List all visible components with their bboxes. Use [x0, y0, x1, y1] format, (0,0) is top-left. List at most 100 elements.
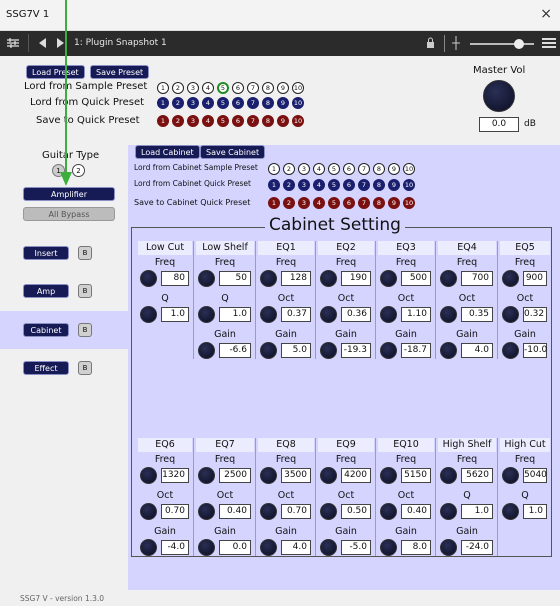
eq6-freq-knob[interactable]: [140, 467, 157, 484]
cab-quick-preset-2[interactable]: 2: [283, 179, 295, 191]
quick-preset-6[interactable]: 6: [232, 97, 244, 109]
guitar-type-2[interactable]: 2: [72, 164, 85, 177]
cab-save-quick-10[interactable]: 10: [403, 197, 415, 209]
host-volume-slider[interactable]: [470, 43, 534, 45]
eq5-freq-value[interactable]: 900: [523, 271, 547, 286]
sample-preset-10[interactable]: 10: [292, 82, 304, 94]
cab-sample-preset-1[interactable]: 1: [268, 163, 280, 175]
cab-sample-preset-2[interactable]: 2: [283, 163, 295, 175]
low-shelf-gain-knob[interactable]: [198, 342, 215, 359]
eq3-freq-knob[interactable]: [380, 270, 397, 287]
load-cabinet-button[interactable]: Load Cabinet: [135, 145, 200, 159]
master-vol-knob[interactable]: [483, 80, 515, 112]
amp-button[interactable]: Amp: [23, 284, 69, 298]
eq2-gain-value[interactable]: -19.3: [341, 343, 371, 358]
save-quick-4[interactable]: 4: [202, 115, 214, 127]
eq3-oct-value[interactable]: 1.10: [401, 307, 431, 322]
cab-sample-preset-7[interactable]: 7: [358, 163, 370, 175]
eq4-freq-value[interactable]: 700: [461, 271, 493, 286]
eq5-oct-knob[interactable]: [502, 306, 519, 323]
eq7-oct-knob[interactable]: [198, 503, 215, 520]
eq8-freq-value[interactable]: 3500: [281, 468, 311, 483]
save-preset-button[interactable]: Save Preset: [90, 65, 150, 79]
eq9-gain-value[interactable]: -5.0: [341, 540, 371, 555]
quick-preset-4[interactable]: 4: [202, 97, 214, 109]
eq1-gain-value[interactable]: 5.0: [281, 343, 311, 358]
low-cut-freq-value[interactable]: 80: [161, 271, 189, 286]
amp-bypass-button[interactable]: B: [78, 284, 92, 298]
eq3-freq-value[interactable]: 500: [401, 271, 431, 286]
menu-icon[interactable]: [542, 38, 556, 49]
eq1-freq-value[interactable]: 128: [281, 271, 311, 286]
quick-preset-2[interactable]: 2: [172, 97, 184, 109]
cab-quick-preset-5[interactable]: 5: [328, 179, 340, 191]
quick-preset-1[interactable]: 1: [157, 97, 169, 109]
eq7-freq-value[interactable]: 2500: [219, 468, 251, 483]
cab-save-quick-9[interactable]: 9: [388, 197, 400, 209]
eq7-freq-knob[interactable]: [198, 467, 215, 484]
sample-preset-9[interactable]: 9: [277, 82, 289, 94]
previous-icon[interactable]: [38, 38, 48, 49]
cab-sample-preset-4[interactable]: 4: [313, 163, 325, 175]
low-cut-q-value[interactable]: 1.0: [161, 307, 189, 322]
low-shelf-freq-knob[interactable]: [198, 270, 215, 287]
all-bypass-button[interactable]: All Bypass: [23, 207, 115, 221]
eq4-freq-knob[interactable]: [440, 270, 457, 287]
cab-sample-preset-9[interactable]: 9: [388, 163, 400, 175]
eq7-gain-knob[interactable]: [198, 539, 215, 556]
high-cut-freq-knob[interactable]: [502, 467, 519, 484]
cab-save-quick-2[interactable]: 2: [283, 197, 295, 209]
eq5-gain-knob[interactable]: [502, 342, 519, 359]
low-shelf-q-value[interactable]: 1.0: [219, 307, 251, 322]
close-icon[interactable]: ×: [540, 6, 552, 22]
load-preset-button[interactable]: Load Preset: [26, 65, 85, 79]
low-shelf-q-knob[interactable]: [198, 306, 215, 323]
eq4-gain-knob[interactable]: [440, 342, 457, 359]
eq3-gain-value[interactable]: -18.7: [401, 343, 431, 358]
eq6-gain-knob[interactable]: [140, 539, 157, 556]
eq2-freq-value[interactable]: 190: [341, 271, 371, 286]
cab-quick-preset-4[interactable]: 4: [313, 179, 325, 191]
low-shelf-gain-value[interactable]: -6.6: [219, 343, 251, 358]
cab-quick-preset-9[interactable]: 9: [388, 179, 400, 191]
eq10-freq-knob[interactable]: [380, 467, 397, 484]
eq6-oct-value[interactable]: 0.70: [161, 504, 189, 519]
effect-bypass-button[interactable]: B: [78, 361, 92, 375]
cab-quick-preset-10[interactable]: 10: [403, 179, 415, 191]
high-shelf-freq-knob[interactable]: [440, 467, 457, 484]
eq3-oct-knob[interactable]: [380, 306, 397, 323]
save-quick-2[interactable]: 2: [172, 115, 184, 127]
lock-icon[interactable]: [426, 37, 435, 49]
sample-preset-1[interactable]: 1: [157, 82, 169, 94]
eq10-gain-value[interactable]: 8.0: [401, 540, 431, 555]
eq1-oct-knob[interactable]: [260, 306, 277, 323]
quick-preset-7[interactable]: 7: [247, 97, 259, 109]
eq8-oct-value[interactable]: 0.70: [281, 504, 311, 519]
eq2-oct-knob[interactable]: [320, 306, 337, 323]
cab-save-quick-6[interactable]: 6: [343, 197, 355, 209]
sample-preset-7[interactable]: 7: [247, 82, 259, 94]
cab-quick-preset-7[interactable]: 7: [358, 179, 370, 191]
preset-name[interactable]: 1: Plugin Snapshot 1: [74, 38, 167, 48]
cab-save-quick-1[interactable]: 1: [268, 197, 280, 209]
save-quick-1[interactable]: 1: [157, 115, 169, 127]
eq2-oct-value[interactable]: 0.36: [341, 307, 371, 322]
eq10-oct-value[interactable]: 0.40: [401, 504, 431, 519]
low-cut-q-knob[interactable]: [140, 306, 157, 323]
save-quick-9[interactable]: 9: [277, 115, 289, 127]
cab-sample-preset-3[interactable]: 3: [298, 163, 310, 175]
cab-sample-preset-10[interactable]: 10: [403, 163, 415, 175]
sample-preset-8[interactable]: 8: [262, 82, 274, 94]
quick-preset-10[interactable]: 10: [292, 97, 304, 109]
host-volume-thumb[interactable]: [514, 39, 524, 49]
cab-quick-preset-8[interactable]: 8: [373, 179, 385, 191]
eq9-oct-value[interactable]: 0.50: [341, 504, 371, 519]
eq10-freq-value[interactable]: 5150: [401, 468, 431, 483]
cab-quick-preset-1[interactable]: 1: [268, 179, 280, 191]
save-quick-7[interactable]: 7: [247, 115, 259, 127]
cabinet-button[interactable]: Cabinet: [23, 323, 69, 337]
eq1-freq-knob[interactable]: [260, 270, 277, 287]
high-shelf-gain-value[interactable]: -24.0: [461, 540, 493, 555]
quick-preset-9[interactable]: 9: [277, 97, 289, 109]
high-cut-q-knob[interactable]: [502, 503, 519, 520]
